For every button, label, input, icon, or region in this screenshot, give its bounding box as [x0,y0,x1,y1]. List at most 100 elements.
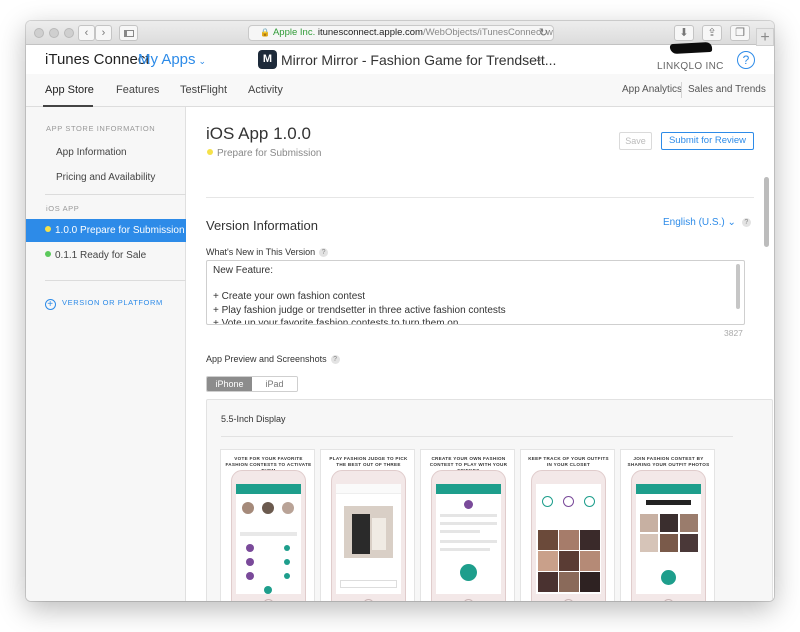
whats-new-textarea[interactable]: New Feature: + Create your own fashion c… [206,260,745,325]
screenshot-card[interactable]: CREATE YOUR OWN FASHION CONTEST TO PLAY … [420,449,515,601]
screenshot-panel: 5.5-Inch Display VOTE FOR YOUR FAVORITE … [206,399,773,601]
language-select[interactable]: English (U.S.) ⌄? [663,217,751,228]
nav-bar: App Store Features TestFlight Activity A… [26,74,774,107]
save-button[interactable]: Save [619,132,652,150]
tab-features[interactable]: Features [116,84,159,96]
whats-new-label-text: What's New in This Version [206,247,316,257]
screenshot-card[interactable]: VOTE FOR YOUR FAVORITE FASHION CONTESTS … [220,449,315,601]
nav-divider [681,82,682,98]
tab-testflight[interactable]: TestFlight [180,84,227,96]
phone-mockup [231,470,306,601]
language-label: English (U.S.) [663,217,725,228]
app-analytics-link[interactable]: App Analytics [622,84,682,95]
help-question-icon[interactable]: ? [741,218,751,227]
version-information-heading: Version Information [206,218,319,233]
new-tab-plus-icon[interactable]: + [756,28,774,46]
home-button-icon [663,599,674,601]
add-version-or-platform-button[interactable]: + VERSION OR PLATFORM [45,298,163,310]
sales-and-trends-link[interactable]: Sales and Trends [688,84,766,95]
tab-ipad[interactable]: iPad [252,377,297,391]
home-button-icon [563,599,574,601]
reload-icon[interactable]: ↻ [539,26,548,40]
phone-mockup [331,470,406,601]
app-status-bar [236,484,301,494]
panel-divider [221,436,733,437]
app-switcher-chevron-icon[interactable]: ⌄ [534,52,543,65]
help-icon[interactable]: ? [737,51,755,69]
screenshot-caption: KEEP TRACK OF YOUR OUTFITS IN YOUR CLOSE… [528,456,609,467]
sidebar-divider [45,280,186,281]
sidebar-section-ios-app: iOS APP [46,204,80,213]
app-title[interactable]: Mirror Mirror - Fashion Game for Trendse… [281,52,556,68]
status-badge: Prepare for Submission [207,148,322,159]
status-dot-icon [45,226,51,232]
lock-icon: 🔒 [260,28,270,37]
submit-for-review-button[interactable]: Submit for Review [661,132,754,150]
home-button-icon [263,599,274,601]
zoom-window-button[interactable] [64,28,74,38]
display-size-heading: 5.5-Inch Display [221,414,286,424]
brand-title: iTunes Connect [45,51,150,68]
tab-app-store[interactable]: App Store [45,84,94,96]
phone-screen [636,484,701,594]
status-dot-icon [45,251,51,257]
tab-activity[interactable]: Activity [248,84,283,96]
url-host: itunesconnect.apple.com [317,27,423,38]
plus-circle-icon: + [45,299,56,310]
url-path: /WebObjects/iTunesConnect.woa/ra/ [422,27,553,38]
screenshot-card[interactable]: KEEP TRACK OF YOUR OUTFITS IN YOUR CLOSE… [520,449,615,601]
close-window-button[interactable] [34,28,44,38]
downloads-button[interactable]: ⬇ [674,25,694,41]
share-button[interactable]: ⇪ [702,25,722,41]
back-button[interactable]: ‹ [78,25,95,41]
app-status-bar [436,484,501,494]
character-count: 3827 [724,328,743,338]
help-question-icon[interactable]: ? [330,355,340,364]
main-content: iOS App 1.0.0 Prepare for Submission Sav… [187,107,774,601]
app-preview-label: App Preview and Screenshots? [206,354,340,364]
minimize-window-button[interactable] [49,28,59,38]
download-icon: ⬇ [679,26,689,39]
browser-toolbar: ‹ › 🔒 Apple Inc. itunesconnect.apple.com/… [26,21,774,45]
sidebar-toggle-button[interactable] [119,25,138,41]
sidebar-version-0-1-1[interactable]: 0.1.1 Ready for Sale [26,244,186,267]
page-title: iOS App 1.0.0 [206,124,311,143]
tab-iphone[interactable]: iPhone [207,377,252,391]
chevron-left-icon: ‹ [84,26,89,39]
add-version-label: VERSION OR PLATFORM [62,298,163,307]
screenshot-card[interactable]: JOIN FASHION CONTEST BY SHARING YOUR OUT… [620,449,715,601]
screenshot-card[interactable]: PLAY FASHION JUDGE TO PICK THE BEST OUT … [320,449,415,601]
device-segmented-control: iPhone iPad [206,376,298,392]
my-apps-label: My Apps [138,51,196,68]
sidebar-item-app-information[interactable]: App Information [56,147,127,158]
phone-mockup [531,470,606,601]
status-text: Prepare for Submission [217,148,322,159]
tabs-button[interactable]: ❐ [730,25,750,41]
page-scrollbar[interactable] [764,177,769,247]
home-button-icon [463,599,474,601]
phone-screen [236,484,301,594]
version-label: 0.1.1 Ready for Sale [55,250,147,261]
app-preview-label-text: App Preview and Screenshots [206,354,327,364]
tabs-icon: ❐ [735,26,745,39]
screenshot-caption: JOIN FASHION CONTEST BY SHARING YOUR OUT… [627,456,710,467]
screenshot-caption: PLAY FASHION JUDGE TO PICK THE BEST OUT … [329,456,408,467]
forward-button[interactable]: › [95,25,112,41]
phone-screen [536,484,601,594]
sidebar-version-1-0-0[interactable]: 1.0.0 Prepare for Submission [26,219,186,242]
sidebar: APP STORE INFORMATION App Information Pr… [26,107,186,601]
app-status-bar [636,484,701,494]
redacted-username [669,41,713,55]
phone-mockup [631,470,706,601]
my-apps-menu[interactable]: My Apps ⌄ [138,51,206,68]
sidebar-item-pricing[interactable]: Pricing and Availability [56,172,155,183]
app-icon: M [258,50,277,69]
phone-screen [336,484,401,594]
textarea-scrollbar[interactable] [736,264,740,309]
chevron-down-icon: ⌄ [727,217,736,228]
sidebar-icon [123,29,134,37]
browser-window: ‹ › 🔒 Apple Inc. itunesconnect.apple.com/… [26,21,774,601]
address-bar[interactable]: 🔒 Apple Inc. itunesconnect.apple.com/WebO… [248,25,554,41]
home-button-icon [363,599,374,601]
help-question-icon[interactable]: ? [319,248,329,257]
